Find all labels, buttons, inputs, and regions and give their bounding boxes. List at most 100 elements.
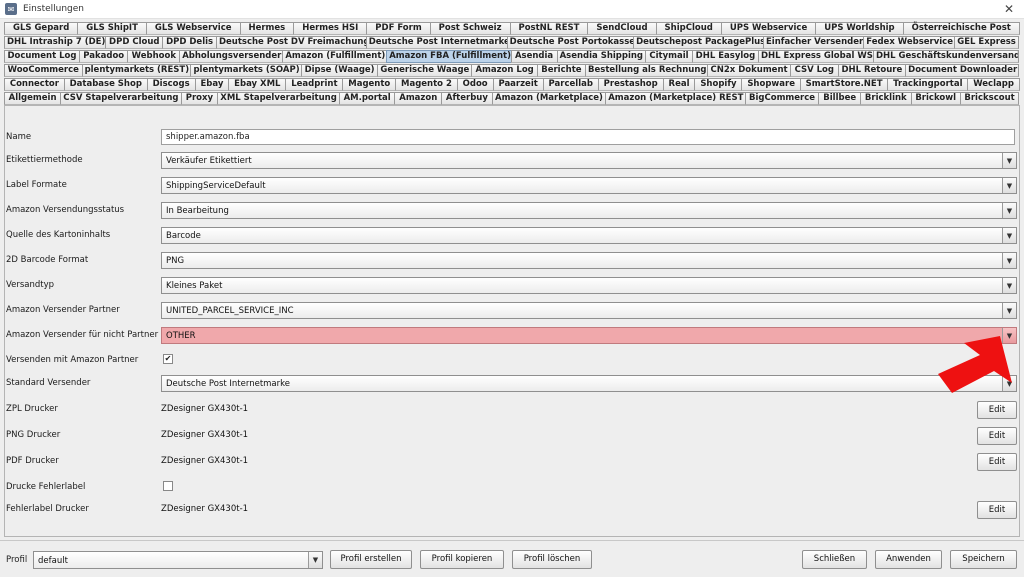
tab-plentymarkets-soap[interactable]: plentymarkets (SOAP) <box>190 64 302 77</box>
tab-amazon-marketplace-rest[interactable]: Amazon (Marketplace) REST <box>605 92 746 105</box>
tab-cn2x-dokument[interactable]: CN2x Dokument <box>707 64 792 77</box>
tab-plentymarkets-rest[interactable]: plentymarkets (REST) <box>81 64 192 77</box>
tab-database-shop[interactable]: Database Shop <box>63 78 148 91</box>
tab-leadprint[interactable]: Leadprint <box>285 78 344 91</box>
tab-dhl-intraship-7-de[interactable]: DHL Intraship 7 (DE) <box>4 36 107 49</box>
tab-amazon-fba-fulfillment[interactable]: Amazon FBA (Fulfillment) <box>386 50 512 63</box>
tab-brickscout[interactable]: Brickscout <box>959 92 1020 105</box>
versender-partner-select[interactable]: UNITED_PARCEL_SERVICE_INC ▼ <box>161 302 1017 319</box>
profil-select[interactable]: default ▼ <box>33 551 323 569</box>
tab-deutsche-post-portokasse[interactable]: Deutsche Post Portokasse <box>506 36 635 49</box>
drucke-fehlerlabel-checkbox[interactable] <box>163 481 173 491</box>
tab-dhl-retoure[interactable]: DHL Retoure <box>837 64 907 77</box>
chevron-down-icon[interactable]: ▼ <box>1002 278 1016 293</box>
tab-pakadoo[interactable]: Pakadoo <box>78 50 129 63</box>
fehlerlabel-edit-button[interactable]: Edit <box>977 501 1017 519</box>
standard-versender-select[interactable]: Deutsche Post Internetmarke ▼ <box>161 375 1017 392</box>
tab-afterbuy[interactable]: Afterbuy <box>441 92 493 105</box>
tab-smartstore-net[interactable]: SmartStore.NET <box>799 78 889 91</box>
tab-dpd-delis[interactable]: DPD Delis <box>162 36 217 49</box>
tab-shipcloud[interactable]: ShipCloud <box>655 22 722 35</box>
tab-webhook[interactable]: Webhook <box>127 50 181 63</box>
tab-amazon[interactable]: Amazon <box>394 92 443 105</box>
profil-erstellen-button[interactable]: Profil erstellen <box>330 550 412 569</box>
tab-asendia-shipping[interactable]: Asendia Shipping <box>556 50 646 63</box>
zpl-edit-button[interactable]: Edit <box>977 401 1017 419</box>
tab-dhl-express-global-ws[interactable]: DHL Express Global WS <box>757 50 874 63</box>
tab-hermes-hsi[interactable]: Hermes HSI <box>293 22 368 35</box>
tab-bestellung-als-rechnung[interactable]: Bestellung als Rechnung <box>585 64 709 77</box>
profil-loeschen-button[interactable]: Profil löschen <box>512 550 592 569</box>
tab-csv-log[interactable]: CSV Log <box>790 64 839 77</box>
tab-dipse-waage[interactable]: Dipse (Waage) <box>300 64 379 77</box>
tab-ups-worldship[interactable]: UPS Worldship <box>815 22 904 35</box>
tab-ups-webservice[interactable]: UPS Webservice <box>720 22 817 35</box>
schliessen-button[interactable]: Schließen <box>802 550 867 569</box>
kartoninhalt-select[interactable]: Barcode ▼ <box>161 227 1017 244</box>
tab-gls-gepard[interactable]: GLS Gepard <box>4 22 79 35</box>
tab-pdf-form[interactable]: PDF Form <box>366 22 431 35</box>
tab-ebay[interactable]: Ebay <box>194 78 230 91</box>
tab-deutsche-post-internetmarke[interactable]: Deutsche Post Internetmarke <box>365 36 508 49</box>
tab-post-schweiz[interactable]: Post Schweiz <box>429 22 511 35</box>
tab-asendia[interactable]: Asendia <box>510 50 558 63</box>
tab-amazon-marketplace[interactable]: Amazon (Marketplace) <box>491 92 607 105</box>
tab-deutschepost-packageplus[interactable]: Deutschepost PackagePlus <box>633 36 764 49</box>
tab-dhl-easylog[interactable]: DHL Easylog <box>691 50 759 63</box>
tab-real[interactable]: Real <box>662 78 696 91</box>
tab-einfacher-versender[interactable]: Einfacher Versender <box>762 36 865 49</box>
tab-discogs[interactable]: Discogs <box>146 78 196 91</box>
png-edit-button[interactable]: Edit <box>977 427 1017 445</box>
tab-bricklink[interactable]: Bricklink <box>860 92 912 105</box>
tab-document-downloader[interactable]: Document Downloader <box>905 64 1020 77</box>
close-icon[interactable]: ✕ <box>1004 2 1014 16</box>
tab-bigcommerce[interactable]: BigCommerce <box>744 92 820 105</box>
tab-paarzeit[interactable]: Paarzeit <box>492 78 544 91</box>
tab-sendcloud[interactable]: SendCloud <box>587 22 657 35</box>
tab-gls-shipit[interactable]: GLS ShipIT <box>77 22 147 35</box>
tab-brickowl[interactable]: Brickowl <box>910 92 961 105</box>
mit-partner-checkbox[interactable]: ✔ <box>163 354 173 364</box>
tab-parcellab[interactable]: Parcellab <box>542 78 599 91</box>
pdf-edit-button[interactable]: Edit <box>977 453 1017 471</box>
tab-gls-webservice[interactable]: GLS Webservice <box>145 22 241 35</box>
tab-document-log[interactable]: Document Log <box>4 50 80 63</box>
tab-gel-express[interactable]: GEL Express <box>953 36 1020 49</box>
versandtyp-select[interactable]: Kleines Paket ▼ <box>161 277 1017 294</box>
tab-deutsche-post-dv-freimachung[interactable]: Deutsche Post DV Freimachung <box>215 36 367 49</box>
tab-generische-waage[interactable]: Generische Waage <box>377 64 473 77</box>
label-formate-select[interactable]: ShippingServiceDefault ▼ <box>161 177 1017 194</box>
tab-magento[interactable]: Magento <box>342 78 397 91</box>
tab-weclapp[interactable]: Weclapp <box>967 78 1020 91</box>
name-input[interactable]: shipper.amazon.fba <box>161 129 1015 145</box>
chevron-down-icon[interactable]: ▼ <box>1002 203 1016 218</box>
tab-fedex-webservice[interactable]: Fedex Webservice <box>863 36 955 49</box>
barcode-format-select[interactable]: PNG ▼ <box>161 252 1017 269</box>
tab-connector[interactable]: Connector <box>4 78 65 91</box>
tab-shopify[interactable]: Shopify <box>694 78 743 91</box>
tab-citymail[interactable]: Citymail <box>644 50 693 63</box>
tab-odoo[interactable]: Odoo <box>456 78 494 91</box>
tab-prestashop[interactable]: Prestashop <box>597 78 664 91</box>
chevron-down-icon[interactable]: ▼ <box>1002 303 1016 318</box>
versender-nicht-partner-select[interactable]: OTHER ▼ <box>161 327 1017 344</box>
chevron-down-icon[interactable]: ▼ <box>1002 253 1016 268</box>
speichern-button[interactable]: Speichern <box>950 550 1017 569</box>
tab-dhl-geschäftskundenversand[interactable]: DHL Geschäftskundenversand <box>873 50 1020 63</box>
tab-österreichische-post[interactable]: Österreichische Post <box>902 22 1020 35</box>
versendungsstatus-select[interactable]: In Bearbeitung ▼ <box>161 202 1017 219</box>
tab-shopware[interactable]: Shopware <box>741 78 801 91</box>
tab-amazon-fulfillment[interactable]: Amazon (Fulfillment) <box>282 50 388 63</box>
tab-berichte[interactable]: Berichte <box>536 64 587 77</box>
anwenden-button[interactable]: Anwenden <box>875 550 942 569</box>
tab-woocommerce[interactable]: WooCommerce <box>4 64 83 77</box>
tab-billbee[interactable]: Billbee <box>818 92 862 105</box>
etikettiermethode-select[interactable]: Verkäufer Etikettiert ▼ <box>161 152 1017 169</box>
tab-am-portal[interactable]: AM.portal <box>338 92 396 105</box>
tab-postnl-rest[interactable]: PostNL REST <box>509 22 589 35</box>
tab-magento-2[interactable]: Magento 2 <box>395 78 458 91</box>
chevron-down-icon[interactable]: ▼ <box>1002 153 1016 168</box>
tab-hermes[interactable]: Hermes <box>239 22 295 35</box>
tab-amazon-log[interactable]: Amazon Log <box>471 64 538 77</box>
profil-kopieren-button[interactable]: Profil kopieren <box>420 550 504 569</box>
